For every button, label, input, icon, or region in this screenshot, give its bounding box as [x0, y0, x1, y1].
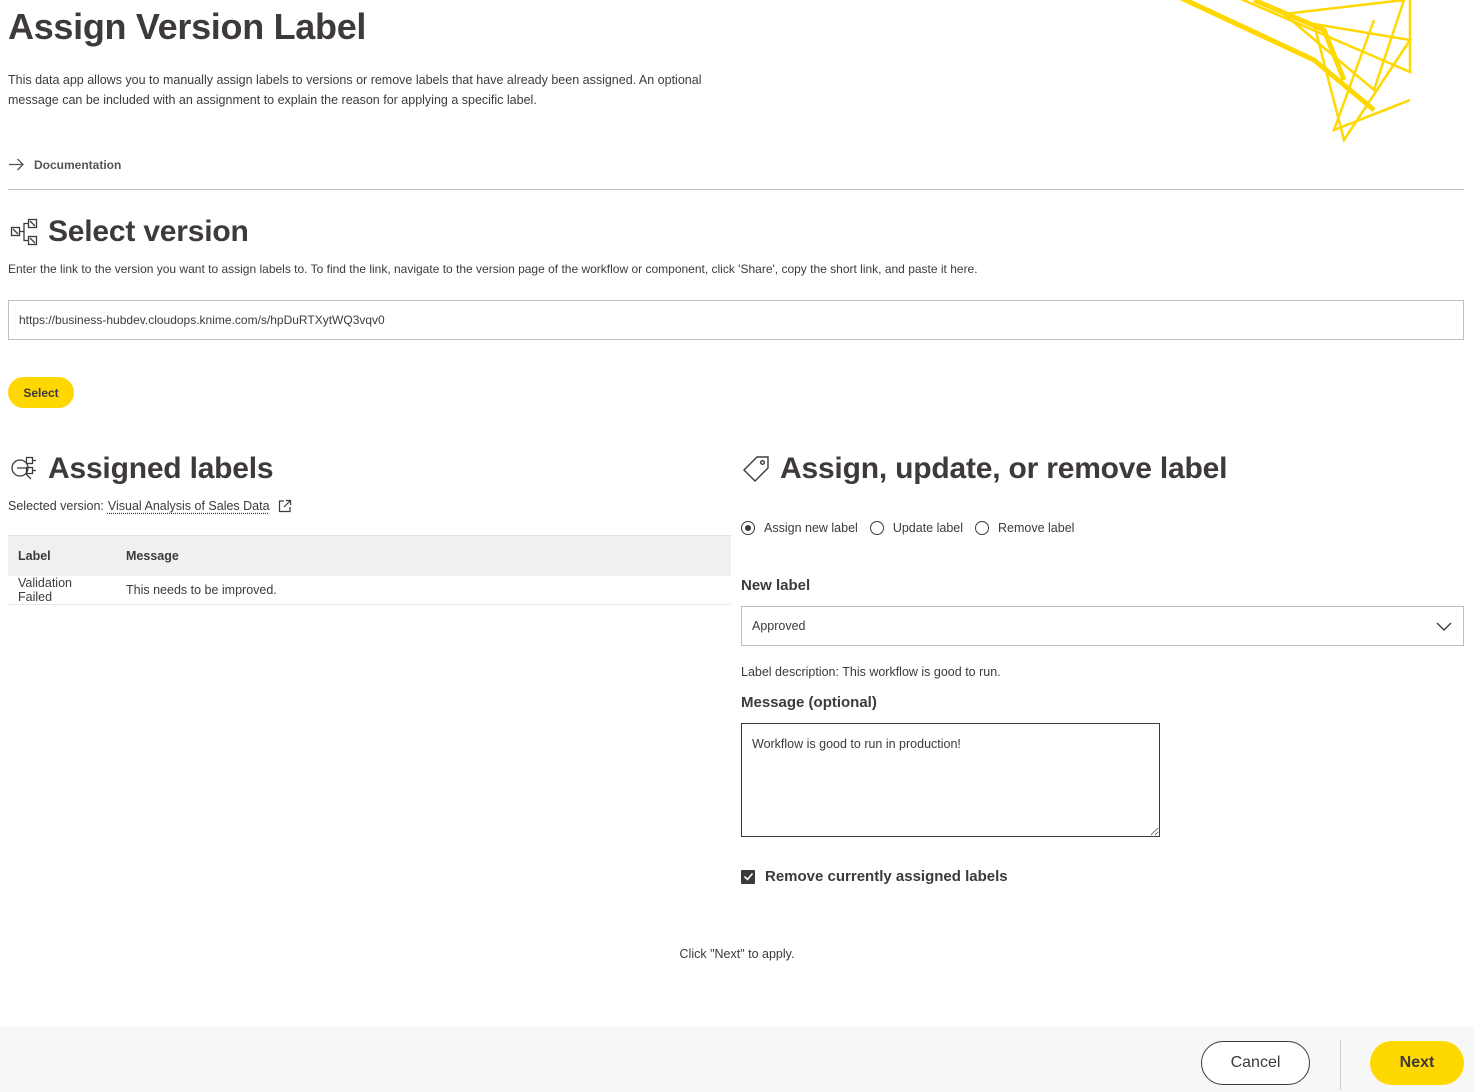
radio-label: Remove label [998, 521, 1075, 535]
tag-icon [741, 454, 771, 484]
checkbox-label: Remove currently assigned labels [765, 868, 1008, 885]
message-textarea[interactable]: Workflow is good to run in production! [741, 723, 1160, 837]
select-version-heading: Select version [48, 215, 249, 248]
version-url-input[interactable] [8, 300, 1464, 340]
radio-update-label[interactable]: Update label [869, 521, 964, 535]
labels-search-icon [9, 454, 39, 484]
intro-text: This data app allows you to manually ass… [8, 73, 702, 107]
checkmark-icon [743, 872, 753, 881]
footer-separator [1340, 1040, 1341, 1090]
assign-form-header: Assign, update, or remove label [741, 452, 1227, 486]
column-header-label: Label [8, 535, 116, 576]
documentation-link[interactable]: Documentation [8, 156, 121, 173]
table-row: Validation Failed This needs to be impro… [8, 575, 731, 605]
assign-form-heading: Assign, update, or remove label [780, 452, 1228, 485]
selected-version: Selected version: Visual Analysis of Sal… [8, 499, 292, 513]
radio-remove-label[interactable]: Remove label [975, 521, 1074, 535]
radio-indicator[interactable] [741, 521, 755, 535]
new-label-select[interactable]: Approved [741, 606, 1464, 646]
radio-label: Update label [892, 521, 964, 535]
selected-version-prefix: Selected version: [8, 499, 104, 513]
selected-version-link[interactable]: Visual Analysis of Sales Data [108, 499, 270, 513]
radio-label: Assign new label [764, 521, 858, 535]
new-label-selected-value: Approved [752, 619, 806, 633]
remove-assigned-labels-checkbox[interactable]: Remove currently assigned labels [741, 868, 1008, 885]
select-button[interactable]: Select [8, 377, 74, 408]
checkbox-indicator[interactable] [741, 869, 755, 884]
apply-hint: Click "Next" to apply. [679, 947, 795, 961]
divider [8, 189, 1464, 190]
assigned-labels-table: Label Message Validation Failed This nee… [8, 535, 731, 605]
action-radio-group: Assign new label Update label Remove lab… [741, 521, 1086, 535]
arrow-right-icon [9, 158, 24, 171]
assigned-labels-heading: Assigned labels [48, 452, 274, 485]
cell-label: Validation Failed [8, 575, 116, 605]
label-description: Label description: This workflow is good… [741, 665, 1001, 679]
table-header-row: Label Message [8, 535, 731, 576]
radio-indicator[interactable] [869, 521, 884, 535]
message-heading: Message (optional) [741, 694, 877, 711]
radio-indicator[interactable] [975, 521, 990, 535]
cell-message: This needs to be improved. [116, 575, 731, 605]
radio-assign-new-label[interactable]: Assign new label [741, 521, 858, 535]
assigned-labels-header: Assigned labels [9, 452, 274, 486]
external-link-icon[interactable] [278, 499, 292, 513]
column-header-message: Message [116, 535, 731, 576]
documentation-label: Documentation [34, 157, 122, 172]
decorative-graphic [1179, 0, 1413, 144]
chevron-down-icon [1436, 622, 1452, 631]
next-button[interactable]: Next [1370, 1041, 1464, 1085]
select-version-header: Select version [9, 215, 249, 249]
new-label-heading: New label [741, 577, 811, 594]
cancel-button[interactable]: Cancel [1201, 1041, 1310, 1085]
page-title: Assign Version Label [8, 6, 367, 47]
select-version-description: Enter the link to the version you want t… [8, 262, 978, 276]
workflow-graph-icon [9, 217, 39, 247]
